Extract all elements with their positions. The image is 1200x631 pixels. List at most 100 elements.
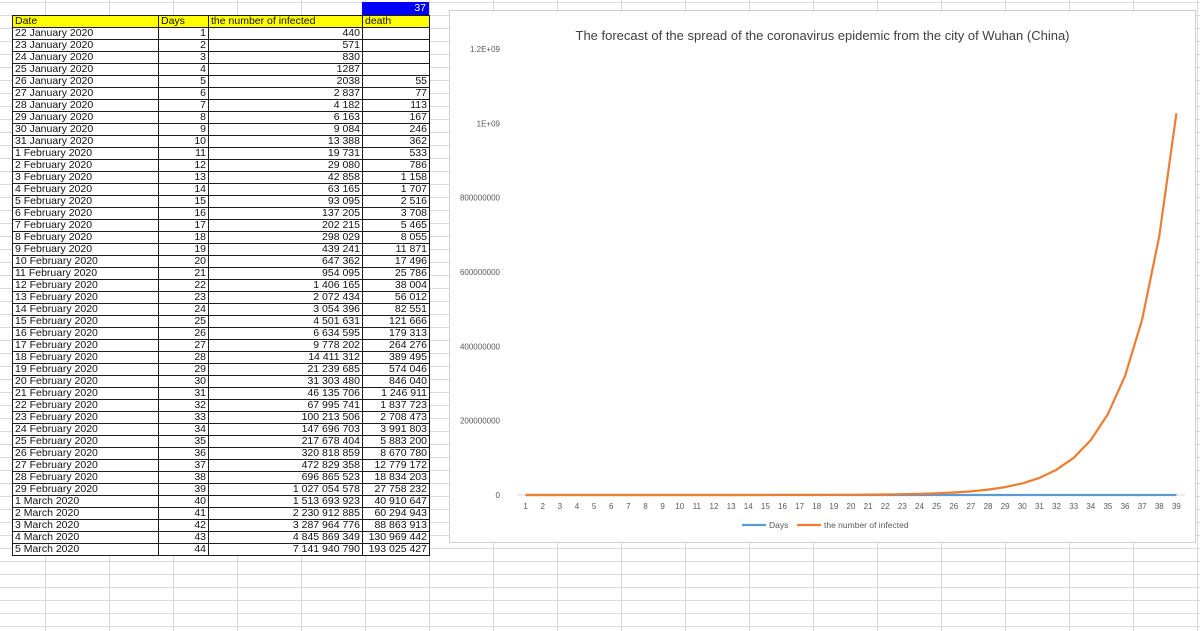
cell-days[interactable]: 15 (158, 195, 209, 208)
cell-days[interactable]: 37 (158, 459, 209, 472)
cell-death[interactable]: 2 516 (362, 195, 430, 208)
cell-days[interactable]: 17 (158, 219, 209, 232)
cell-infected[interactable]: 830 (208, 51, 363, 64)
cell-date[interactable]: 12 February 2020 (12, 279, 159, 292)
cell-date[interactable]: 1 March 2020 (12, 495, 159, 508)
cell-death[interactable]: 246 (362, 123, 430, 136)
cell-days[interactable]: 33 (158, 411, 209, 424)
cell-infected[interactable]: 571 (208, 39, 363, 52)
cell-date[interactable]: 29 January 2020 (12, 111, 159, 124)
cell-death[interactable]: 11 871 (362, 243, 430, 256)
cell-days[interactable]: 1 (158, 27, 209, 40)
cell-death[interactable]: 1 707 (362, 183, 430, 196)
cell-days[interactable]: 38 (158, 471, 209, 484)
cell-date[interactable]: 22 January 2020 (12, 27, 159, 40)
cell-date[interactable]: 3 February 2020 (12, 171, 159, 184)
cell-infected[interactable]: 4 501 631 (208, 315, 363, 328)
cell-infected[interactable]: 21 239 685 (208, 363, 363, 376)
chart-container[interactable]: The forecast of the spread of the corona… (449, 10, 1196, 543)
cell-date[interactable]: 4 February 2020 (12, 183, 159, 196)
cell-days[interactable]: 20 (158, 255, 209, 268)
cell-date[interactable]: 10 February 2020 (12, 255, 159, 268)
cell-death[interactable]: 88 863 913 (362, 519, 430, 532)
cell-date[interactable]: 17 February 2020 (12, 339, 159, 352)
cell-days[interactable]: 10 (158, 135, 209, 148)
cell-death[interactable] (362, 63, 430, 76)
cell-date[interactable]: 21 February 2020 (12, 387, 159, 400)
cell-death[interactable]: 12 779 172 (362, 459, 430, 472)
cell-days[interactable]: 26 (158, 327, 209, 340)
cell-date[interactable]: 4 March 2020 (12, 531, 159, 544)
cell-infected[interactable]: 147 696 703 (208, 423, 363, 436)
cell-infected[interactable]: 440 (208, 27, 363, 40)
cell-days[interactable]: 25 (158, 315, 209, 328)
cell-death[interactable]: 786 (362, 159, 430, 172)
cell-infected[interactable]: 696 865 523 (208, 471, 363, 484)
cell-days[interactable]: 31 (158, 387, 209, 400)
cell-infected[interactable]: 13 388 (208, 135, 363, 148)
cell-death[interactable]: 38 004 (362, 279, 430, 292)
cell-days[interactable]: 23 (158, 291, 209, 304)
cell-death[interactable] (362, 27, 430, 40)
cell-date[interactable]: 23 February 2020 (12, 411, 159, 424)
cell-death[interactable]: 1 246 911 (362, 387, 430, 400)
cell-days[interactable]: 21 (158, 267, 209, 280)
cell-infected[interactable]: 202 215 (208, 219, 363, 232)
cell-date[interactable]: 30 January 2020 (12, 123, 159, 136)
cell-days[interactable]: 2 (158, 39, 209, 52)
cell-days[interactable]: 36 (158, 447, 209, 460)
cell-death[interactable]: 25 786 (362, 267, 430, 280)
cell-death[interactable]: 8 055 (362, 231, 430, 244)
cell-date[interactable]: 2 February 2020 (12, 159, 159, 172)
cell-death[interactable]: 389 495 (362, 351, 430, 364)
selected-cell[interactable]: 37 (362, 2, 429, 15)
cell-death[interactable]: 362 (362, 135, 430, 148)
cell-days[interactable]: 13 (158, 171, 209, 184)
cell-infected[interactable]: 1 406 165 (208, 279, 363, 292)
cell-death[interactable]: 40 910 647 (362, 495, 430, 508)
cell-days[interactable]: 39 (158, 483, 209, 496)
cell-infected[interactable]: 19 731 (208, 147, 363, 160)
cell-infected[interactable]: 1287 (208, 63, 363, 76)
cell-date[interactable]: 7 February 2020 (12, 219, 159, 232)
cell-days[interactable]: 12 (158, 159, 209, 172)
cell-death[interactable]: 77 (362, 87, 430, 100)
header-date[interactable]: Date (12, 15, 159, 28)
cell-days[interactable]: 43 (158, 531, 209, 544)
cell-date[interactable]: 15 February 2020 (12, 315, 159, 328)
cell-days[interactable]: 35 (158, 435, 209, 448)
cell-days[interactable]: 44 (158, 543, 209, 556)
cell-death[interactable]: 1 158 (362, 171, 430, 184)
cell-infected[interactable]: 3 054 396 (208, 303, 363, 316)
cell-infected[interactable]: 93 095 (208, 195, 363, 208)
cell-infected[interactable]: 137 205 (208, 207, 363, 220)
cell-death[interactable]: 5 465 (362, 219, 430, 232)
cell-death[interactable]: 2 708 473 (362, 411, 430, 424)
cell-death[interactable]: 574 046 (362, 363, 430, 376)
cell-infected[interactable]: 4 182 (208, 99, 363, 112)
cell-days[interactable]: 11 (158, 147, 209, 160)
header-days[interactable]: Days (158, 15, 209, 28)
cell-infected[interactable]: 320 818 859 (208, 447, 363, 460)
cell-date[interactable]: 23 January 2020 (12, 39, 159, 52)
cell-infected[interactable]: 9 084 (208, 123, 363, 136)
cell-date[interactable]: 18 February 2020 (12, 351, 159, 364)
cell-infected[interactable]: 4 845 869 349 (208, 531, 363, 544)
cell-date[interactable]: 27 February 2020 (12, 459, 159, 472)
cell-death[interactable] (362, 39, 430, 52)
cell-infected[interactable]: 1 027 054 578 (208, 483, 363, 496)
cell-date[interactable]: 1 February 2020 (12, 147, 159, 160)
cell-days[interactable]: 19 (158, 243, 209, 256)
cell-days[interactable]: 18 (158, 231, 209, 244)
cell-death[interactable]: 113 (362, 99, 430, 112)
cell-days[interactable]: 41 (158, 507, 209, 520)
cell-date[interactable]: 16 February 2020 (12, 327, 159, 340)
cell-infected[interactable]: 63 165 (208, 183, 363, 196)
cell-date[interactable]: 26 January 2020 (12, 75, 159, 88)
cell-infected[interactable]: 2 837 (208, 87, 363, 100)
cell-date[interactable]: 20 February 2020 (12, 375, 159, 388)
cell-death[interactable]: 264 276 (362, 339, 430, 352)
cell-days[interactable]: 5 (158, 75, 209, 88)
cell-death[interactable]: 193 025 427 (362, 543, 430, 556)
cell-date[interactable]: 13 February 2020 (12, 291, 159, 304)
